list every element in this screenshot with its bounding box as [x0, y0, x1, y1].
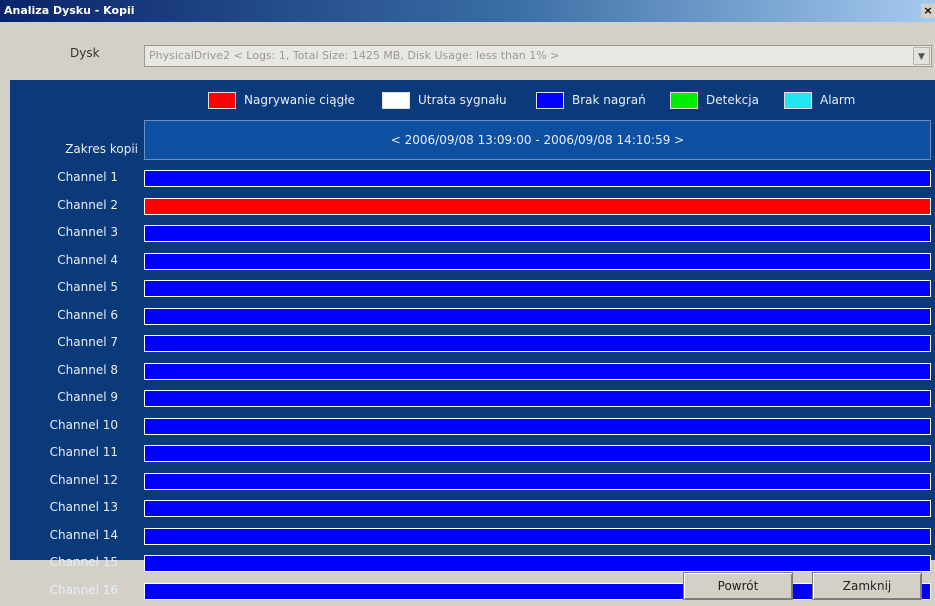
channel-label: Channel 12 — [49, 472, 118, 487]
title-bar: Analiza Dysku - Kopii × — [0, 0, 935, 22]
channel-label: Channel 3 — [57, 225, 118, 239]
channel-bar[interactable] — [144, 500, 931, 517]
legend-label: Detekcja — [706, 93, 759, 107]
back-button[interactable]: Powrót — [683, 572, 793, 600]
channel-bar[interactable] — [144, 170, 931, 187]
close-button[interactable]: Zamknij — [812, 572, 922, 600]
legend-label: Brak nagrań — [572, 93, 646, 107]
channel-label: Channel 15 — [49, 555, 118, 569]
disk-label: Dysk — [70, 46, 100, 60]
channel-label: Channel 11 — [49, 445, 118, 459]
channel-label: Channel 14 — [49, 527, 118, 542]
legend-swatch-red — [208, 92, 236, 109]
channel-label: Channel 9 — [57, 390, 118, 404]
legend-swatch-cyan — [784, 92, 812, 109]
channel-bar[interactable] — [144, 280, 931, 297]
channel-bar[interactable] — [144, 362, 931, 380]
close-icon[interactable]: × — [921, 4, 935, 18]
channel-bar[interactable] — [144, 555, 931, 572]
channel-label: Channel 2 — [57, 197, 118, 212]
legend-label: Utrata sygnału — [418, 93, 507, 107]
channel-bar[interactable] — [144, 197, 931, 215]
disk-select-value: PhysicalDrive2 < Logs: 1, Total Size: 14… — [149, 49, 560, 62]
channel-label: Channel 16 — [49, 582, 118, 597]
legend-swatch-green — [670, 92, 698, 109]
channel-bar[interactable] — [144, 252, 931, 270]
channel-label: Channel 10 — [49, 417, 118, 432]
channel-bar[interactable] — [144, 527, 931, 545]
channel-label: Channel 8 — [57, 362, 118, 377]
range-label: Zakres kopii — [65, 142, 138, 156]
channel-label: Channel 1 — [57, 170, 118, 184]
channel-bar[interactable] — [144, 472, 931, 490]
channel-label: Channel 13 — [49, 500, 118, 514]
channel-panel: Nagrywanie ciągłe Utrata sygnału Brak na… — [10, 80, 935, 600]
channel-bar[interactable] — [144, 445, 931, 462]
legend-label: Alarm — [820, 93, 856, 107]
range-box: < 2006/09/08 13:09:00 - 2006/09/08 14:10… — [144, 120, 931, 160]
channel-bar[interactable] — [144, 307, 931, 325]
window-title: Analiza Dysku - Kopii — [4, 4, 135, 17]
legend-label: Nagrywanie ciągłe — [244, 93, 355, 107]
chevron-down-icon[interactable]: ▼ — [913, 47, 930, 65]
channel-label: Channel 5 — [57, 280, 118, 294]
channel-bar[interactable] — [144, 390, 931, 407]
legend-swatch-blue — [536, 92, 564, 109]
channel-bar[interactable] — [144, 335, 931, 352]
channel-bar[interactable] — [144, 225, 931, 242]
legend-swatch-white — [382, 92, 410, 109]
channel-label: Channel 6 — [57, 307, 118, 322]
disk-select[interactable]: PhysicalDrive2 < Logs: 1, Total Size: 14… — [144, 45, 932, 67]
channel-label: Channel 7 — [57, 335, 118, 349]
channel-label: Channel 4 — [57, 252, 118, 267]
channel-bar[interactable] — [144, 417, 931, 435]
